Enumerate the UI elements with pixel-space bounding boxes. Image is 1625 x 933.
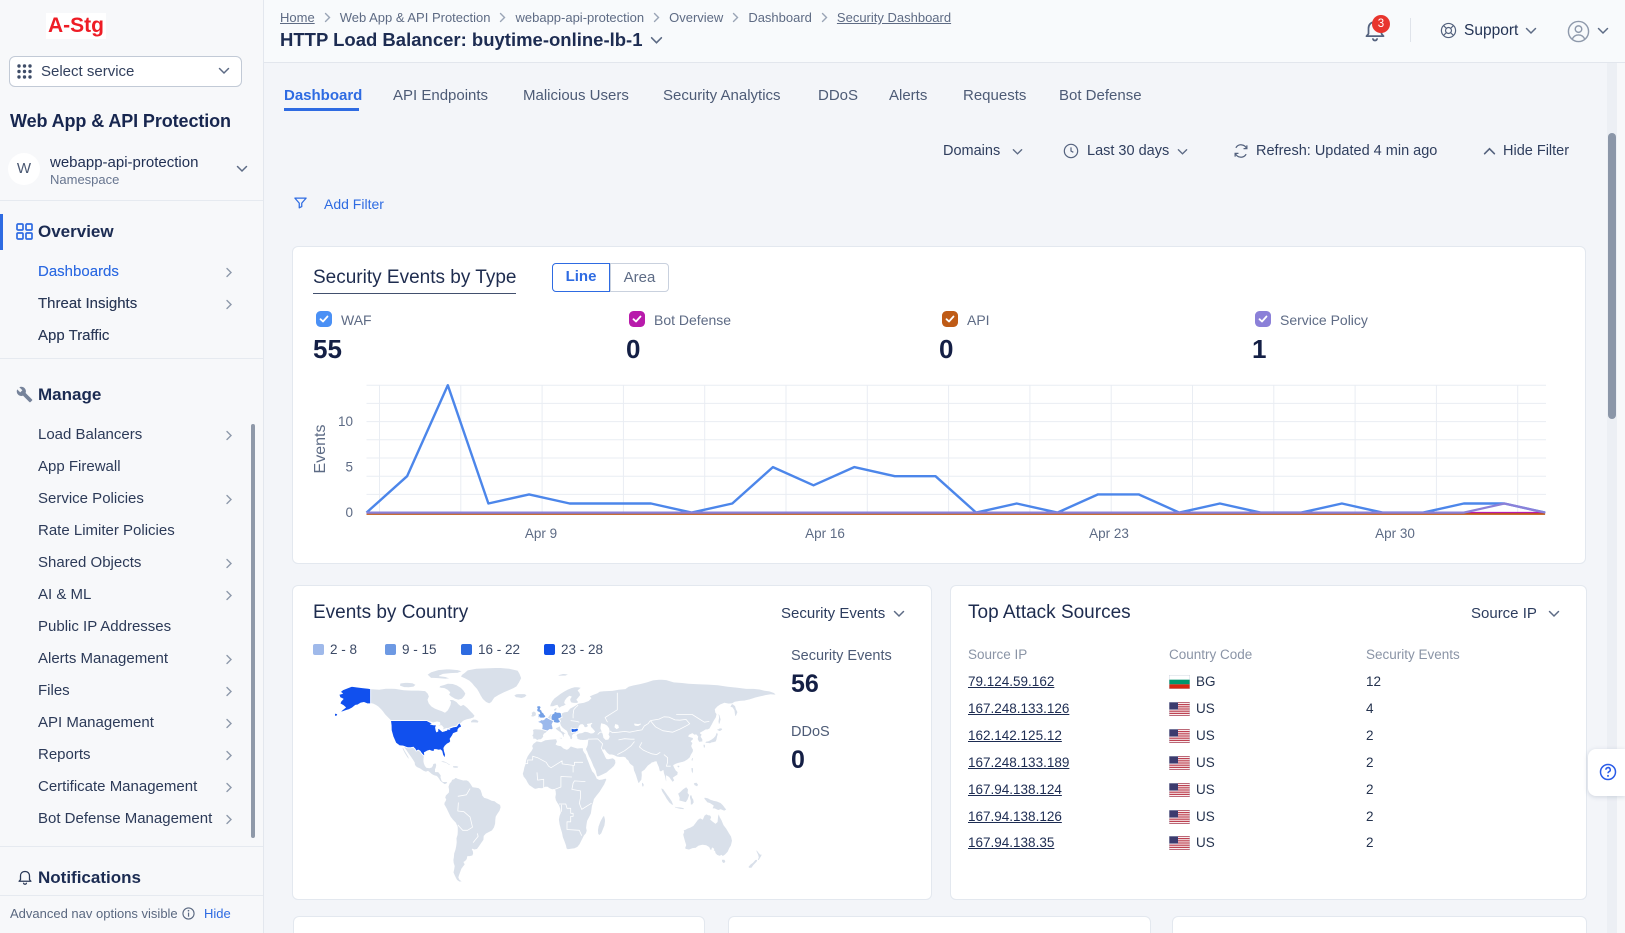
svg-text:Apr 16: Apr 16 bbox=[805, 526, 845, 541]
svg-text:Apr 30: Apr 30 bbox=[1375, 526, 1415, 541]
svg-text:5: 5 bbox=[345, 460, 353, 475]
svg-text:Apr 9: Apr 9 bbox=[525, 526, 557, 541]
svg-text:Events: Events bbox=[312, 425, 329, 474]
svg-text:0: 0 bbox=[345, 505, 353, 520]
svg-text:Apr 23: Apr 23 bbox=[1089, 526, 1129, 541]
svg-text:10: 10 bbox=[338, 414, 353, 429]
